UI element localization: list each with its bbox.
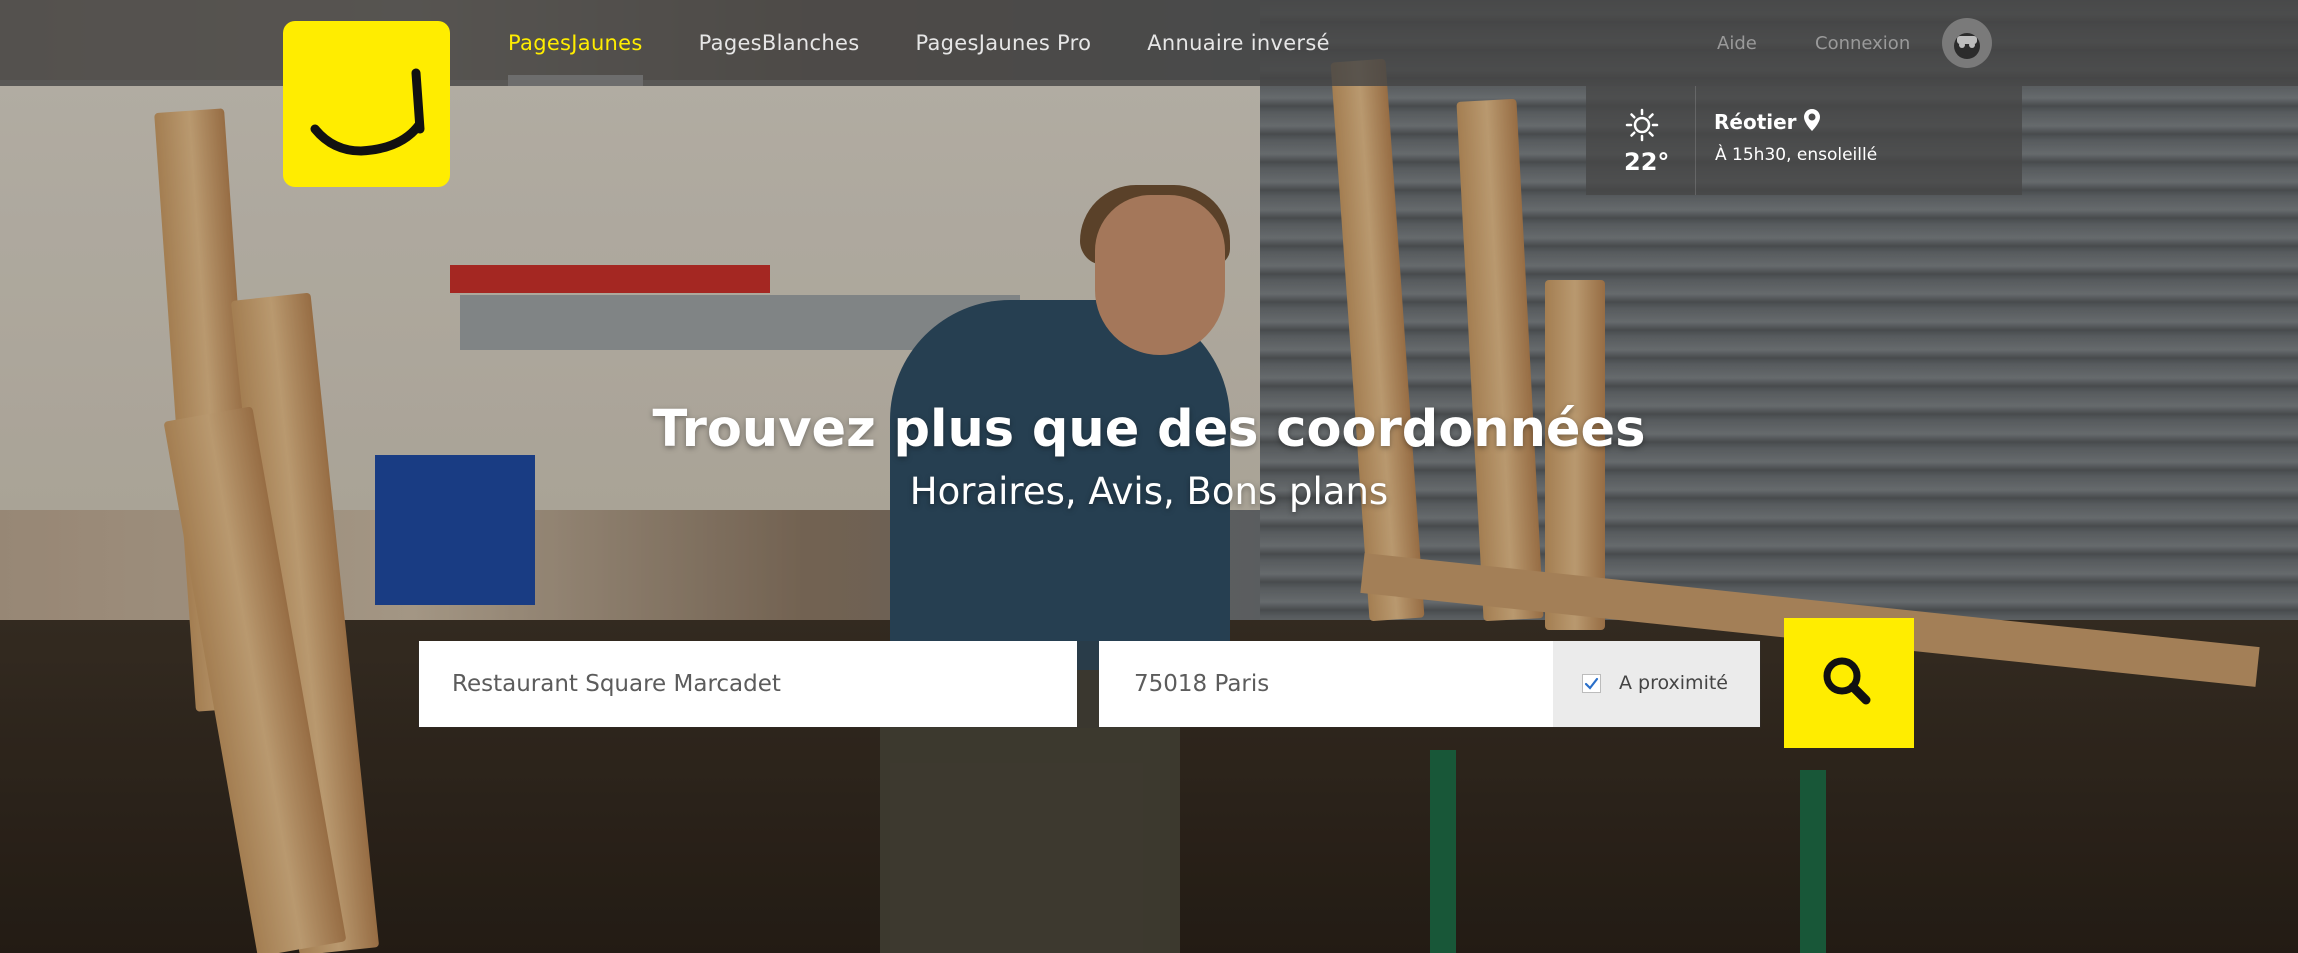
search-button[interactable] xyxy=(1784,618,1914,748)
nearby-toggle[interactable]: A proximité xyxy=(1553,641,1760,727)
nav-label: PagesBlanches xyxy=(698,31,860,55)
pagesjaunes-logo[interactable] xyxy=(283,21,450,187)
weather-temperature: 22° xyxy=(1624,148,1670,176)
smiley-logo-icon xyxy=(310,68,425,156)
where-search-input[interactable] xyxy=(1099,641,1553,727)
nearby-checkbox[interactable] xyxy=(1582,674,1601,693)
main-nav: PagesJaunes PagesBlanches PagesJaunes Pr… xyxy=(508,0,1386,86)
nav-label: PagesJaunes Pro xyxy=(915,31,1092,55)
what-search-input[interactable] xyxy=(419,641,1077,727)
checkmark-icon xyxy=(1584,677,1599,690)
active-tab-indicator xyxy=(508,75,643,86)
help-link[interactable]: Aide xyxy=(1717,33,1757,54)
map-pin-icon xyxy=(1803,108,1821,136)
nav-pagesjaunes-pro[interactable]: PagesJaunes Pro xyxy=(915,0,1091,86)
nav-pagesblanches[interactable]: PagesBlanches xyxy=(699,0,860,86)
nav-label: PagesJaunes xyxy=(508,31,643,55)
search-icon xyxy=(1823,657,1871,705)
sun-icon xyxy=(1625,108,1659,146)
weather-city[interactable]: Réotier xyxy=(1714,110,1797,134)
nav-pagesjaunes[interactable]: PagesJaunes xyxy=(508,0,643,86)
nearby-label: A proximité xyxy=(1619,672,1728,694)
nav-annuaire-inverse[interactable]: Annuaire inversé xyxy=(1147,0,1330,86)
user-avatar-icon[interactable] xyxy=(1942,18,1992,68)
weather-forecast: À 15h30, ensoleillé xyxy=(1715,145,1878,165)
login-link[interactable]: Connexion xyxy=(1815,33,1910,54)
hero-subtitle: Horaires, Avis, Bons plans xyxy=(909,470,1389,513)
nav-label: Annuaire inversé xyxy=(1147,31,1330,55)
hero-title: Trouvez plus que des coordonnées xyxy=(652,400,1646,459)
